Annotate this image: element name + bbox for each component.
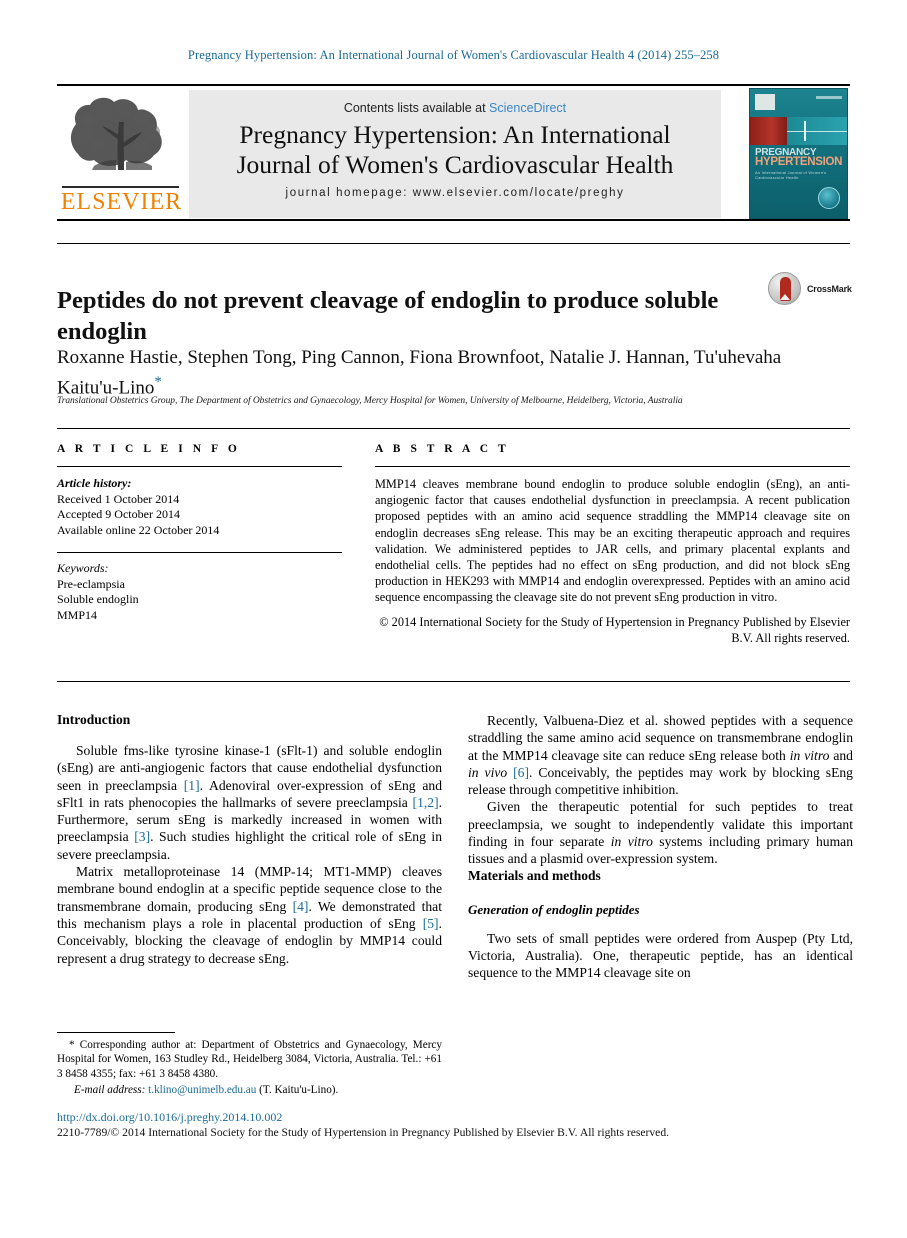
journal-homepage-link[interactable]: journal homepage: www.elsevier.com/locat… [189, 187, 721, 199]
section-heading-introduction: Introduction [57, 712, 131, 727]
elsevier-wordmark: ELSEVIER [60, 189, 183, 215]
footnote-block: * Corresponding author at: Department of… [57, 1038, 442, 1098]
doi-link[interactable]: http://dx.doi.org/10.1016/j.preghy.2014.… [57, 1110, 282, 1125]
article-history-label: Article history: [57, 476, 132, 490]
cover-subtitle: An International Journal of Women's Card… [755, 170, 827, 180]
paragraph-intro-1: Soluble fms-like tyrosine kinase-1 (sFlt… [57, 742, 442, 863]
journal-title: Pregnancy Hypertension: An International… [199, 120, 711, 180]
italic-run: in vivo [468, 764, 508, 780]
article-info-panel: A R T I C L E I N F O Article history: R… [57, 443, 342, 623]
cover-vessel-image [750, 117, 787, 145]
citation-ref[interactable]: [5] [423, 916, 439, 931]
citation-ref[interactable]: [4] [293, 899, 309, 914]
abstract-rule [375, 466, 850, 467]
ecg-spike [803, 120, 806, 142]
footnote-text: Corresponding author at: Department of O… [57, 1039, 442, 1080]
cover-elsevier-mark [755, 94, 775, 110]
cover-image-band [750, 117, 847, 145]
email-link[interactable]: t.klino@unimelb.edu.au [148, 1084, 256, 1096]
paragraph-methods-1: Two sets of small peptides were ordered … [468, 930, 853, 981]
paragraph-intro-2: Matrix metalloproteinase 14 (MMP-14; MT1… [57, 863, 442, 967]
author-list: Roxanne Hastie, Stephen Tong, Ping Canno… [57, 345, 817, 400]
keywords-rule [57, 552, 342, 553]
accepted-date: Accepted 9 October 2014 [57, 507, 180, 521]
abstract-heading: A B S T R A C T [375, 443, 510, 455]
masthead-top-rule [57, 84, 850, 86]
footnote-rule [57, 1032, 175, 1033]
journal-masthead: ELSEVIER Contents lists available at Sci… [57, 84, 850, 221]
citation-ref[interactable]: [1] [184, 778, 200, 793]
email-label: E-mail address: [74, 1084, 146, 1097]
authors-text: Roxanne Hastie, Stephen Tong, Ping Canno… [57, 347, 782, 399]
running-head: Pregnancy Hypertension: An International… [187, 48, 720, 62]
info-abstract-top-rule [57, 428, 850, 429]
abstract-panel: A B S T R A C T MMP14 cleaves membrane b… [375, 443, 850, 646]
article-history: Article history: Received 1 October 2014… [57, 476, 342, 538]
abstract-copyright: © 2014 International Society for the Stu… [379, 614, 850, 645]
citation-ref[interactable]: [3] [134, 829, 150, 844]
body-top-rule [57, 681, 850, 682]
body-column-left: Introduction Soluble fms-like tyrosine k… [57, 712, 442, 967]
journal-title-line1: Pregnancy Hypertension: An International [239, 120, 671, 149]
crossmark-label: CrossMark [807, 284, 852, 294]
journal-cover-thumbnail[interactable]: PREGNANCY HYPERTENSION An International … [749, 88, 848, 219]
elsevier-logo-rule [62, 186, 179, 188]
body-column-right: Recently, Valbuena-Diez et al. showed pe… [468, 712, 853, 982]
email-owner: (T. Kaitu'u-Lino). [256, 1084, 339, 1097]
article-info-heading: A R T I C L E I N F O [57, 443, 241, 455]
keywords-label: Keywords: [57, 561, 109, 575]
article-info-rule [57, 466, 342, 467]
citation-ref[interactable]: [6] [513, 765, 529, 780]
crossmark-icon [768, 272, 801, 305]
cover-title-line2: HYPERTENSION [755, 156, 843, 168]
italic-run: in vitro [789, 747, 830, 763]
citation-ref[interactable]: [1,2] [413, 795, 439, 810]
page-title: Peptides do not prevent cleavage of endo… [57, 287, 719, 346]
sciencedirect-link[interactable]: ScienceDirect [489, 101, 566, 115]
paragraph-intro-4: Given the therapeutic potential for such… [468, 798, 853, 867]
ecg-baseline [786, 131, 847, 132]
text-run: and [829, 747, 853, 763]
subsection-heading-generation-of-endoglin-peptides: Generation of endoglin peptides [468, 901, 640, 917]
masthead-bottom-rule [57, 219, 850, 221]
journal-title-line2: Journal of Women's Cardiovascular Health [236, 150, 674, 179]
keyword-item: MMP14 [57, 607, 98, 622]
crossmark-icon-notch [780, 294, 790, 300]
contents-prefix: Contents lists available at [343, 101, 490, 115]
elsevier-tree-icon [70, 97, 162, 170]
title-separator-rule [57, 243, 850, 244]
paragraph-intro-3: Recently, Valbuena-Diez et al. showed pe… [468, 712, 853, 798]
keyword-item: Soluble endoglin [57, 592, 139, 606]
paper-page: Pregnancy Hypertension: An International… [0, 0, 907, 1238]
keywords-block: Keywords: Pre-eclampsia Soluble endoglin… [57, 561, 342, 623]
abstract-text: MMP14 cleaves membrane bound endoglin to… [375, 477, 850, 605]
elsevier-logo: ELSEVIER [60, 90, 185, 218]
masthead-center-panel: Contents lists available at ScienceDirec… [189, 90, 721, 218]
section-heading-materials-and-methods: Materials and methods [468, 867, 601, 883]
cover-society-seal-icon [818, 187, 840, 209]
corresponding-author-note: * Corresponding author at: Department of… [57, 1038, 442, 1081]
email-note: E-mail address: t.klino@unimelb.edu.au (… [57, 1083, 442, 1097]
crossmark-badge[interactable]: CrossMark [768, 272, 852, 306]
italic-run: in vitro [610, 834, 653, 850]
contents-lists-line: Contents lists available at ScienceDirec… [189, 101, 721, 115]
received-date: Received 1 October 2014 [57, 491, 180, 506]
available-online-date: Available online 22 October 2014 [57, 522, 220, 537]
keyword-item: Pre-eclampsia [57, 576, 125, 591]
affiliation: Translational Obstetrics Group, The Depa… [57, 396, 683, 406]
cover-issn-mark [816, 96, 842, 99]
cover-ecg-image [786, 117, 847, 145]
issn-copyright-line: 2210-7789/© 2014 International Society f… [57, 1126, 670, 1139]
corresponding-author-marker: * [154, 374, 162, 390]
